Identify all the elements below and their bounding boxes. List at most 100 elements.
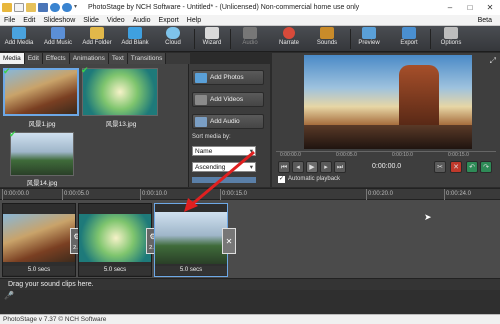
expand-icon[interactable]: ⤢ [490,56,496,66]
delete-icon[interactable]: ✕ [450,161,462,173]
rotate-right-icon[interactable]: ↷ [480,161,492,173]
microphone-icon[interactable]: 🎤 [4,291,14,300]
sounds-label: Sounds [316,40,338,46]
menu-edit[interactable]: Edit [19,17,39,24]
add-blank-icon [128,27,142,39]
add-folder-button[interactable]: Add Folder [80,27,114,51]
redo-icon[interactable] [62,3,72,12]
status-text: PhotoStage v 7.37 © NCH Software [3,316,107,323]
add-media-button[interactable]: Add Media [2,27,36,51]
wizard-button[interactable]: Wizard [198,27,226,51]
video-icon [195,94,207,105]
mouse-cursor-icon: ➤ [424,212,432,222]
clip-duration: 5.0 secs [79,266,151,275]
speaker-icon [195,116,207,127]
tab-animations[interactable]: Animations [69,53,109,64]
add-media-icon [12,27,26,39]
menu-file[interactable]: File [0,17,19,24]
add-music-icon [51,27,65,39]
play-button[interactable]: ▶ [306,161,318,173]
tab-text[interactable]: Text [108,53,128,64]
audio-button[interactable]: Audio [236,27,264,51]
narrate-button[interactable]: Narrate [274,27,304,51]
window-title: PhotoStage by NCH Software - Untitled* -… [88,4,360,11]
tab-media[interactable]: Media [0,53,25,64]
menu-slideshow[interactable]: Slideshow [39,17,79,24]
auto-playback-checkbox[interactable]: ✓ [278,176,285,183]
transition-icon[interactable]: ✕ [222,228,236,254]
sounds-icon [320,27,334,39]
save-icon[interactable] [38,3,48,12]
timeline-clip-1[interactable]: 5.0 secs [2,203,76,277]
sound-track-hint: Drag your sound clips here. [8,281,94,288]
menu-bar: File Edit Slideshow Slide Video Audio Ex… [0,15,500,26]
export-label: Export [400,40,418,46]
toolbar-separator [350,29,351,49]
menu-help[interactable]: Help [183,17,205,24]
export-button[interactable]: Export [394,27,424,51]
add-photos-label: Add Photos [210,74,244,81]
time-display: 0:00:00.0 [372,163,402,170]
undo-icon[interactable] [50,3,60,12]
wizard-label: Wizard [202,40,222,46]
preview-icon [362,27,376,39]
open-icon[interactable] [26,3,36,12]
minimize-button[interactable]: – [440,3,460,12]
photo-icon [195,72,207,83]
menu-audio[interactable]: Audio [129,17,155,24]
preview-ruler-tick: 0:00:00.0 [280,152,301,158]
add-photos-button[interactable]: Add Photos [192,70,264,85]
dropdown-icon[interactable]: ▾ [74,3,84,12]
menu-video[interactable]: Video [103,17,129,24]
panel-tabs: Media Edit Effects Animations Text Trans… [0,53,190,64]
maximize-button[interactable]: □ [460,3,480,12]
preview-ruler-tick: 0:00:15.0 [448,152,469,158]
tab-edit[interactable]: Edit [24,53,43,64]
status-bar: PhotoStage v 7.37 © NCH Software [0,314,500,324]
step-forward-button[interactable]: ▸ [320,161,332,173]
sound-drop-area[interactable]: 🎤 [0,290,500,314]
drag-arrow [184,150,255,212]
preview-label: Preview [358,40,380,46]
add-videos-button[interactable]: Add Videos [192,92,264,107]
preview-image [304,55,472,149]
toolbar: Add Media Add Music Add Folder Add Blank… [0,26,500,52]
go-start-button[interactable]: ⏮ [278,161,290,173]
audio-label: Audio [242,40,258,46]
tab-transitions[interactable]: Transitions [127,53,167,64]
split-icon[interactable]: ✂ [434,161,446,173]
media-thumb-2[interactable]: ✔ [81,66,158,116]
sounds-button[interactable]: Sounds [312,27,342,51]
add-audio-button[interactable]: Add Audio [192,114,264,129]
toolbar-separator [430,29,431,49]
media-thumb-1[interactable]: ✔ [3,67,79,116]
add-audio-label: Add Audio [210,118,240,125]
add-blank-button[interactable]: Add Blank [118,27,152,51]
step-back-button[interactable]: ◂ [292,161,304,173]
go-end-button[interactable]: ⏭ [334,161,346,173]
beta-label[interactable]: Beta [474,17,496,24]
preview-button[interactable]: Preview [354,27,384,51]
media-label-1: 风景1.jpg [28,121,56,128]
cloud-label: Cloud [165,40,181,46]
clip-image [155,212,227,264]
preview-ruler-tick: 0:00:10.0 [392,152,413,158]
cloud-button[interactable]: Cloud [158,27,188,51]
preview-ruler[interactable]: 0:00:00.0 0:00:05.0 0:00:10.0 0:00:15.0 [276,151,496,159]
cloud-icon [166,27,180,39]
clip-image [3,214,75,262]
tab-effects[interactable]: Effects [42,53,70,64]
rotate-left-icon[interactable]: ↶ [466,161,478,173]
title-bar: ▾ PhotoStage by NCH Software - Untitled*… [0,0,500,15]
media-thumb-3[interactable]: ✔ [9,130,74,176]
new-icon[interactable] [14,3,24,12]
add-music-button[interactable]: Add Music [40,27,76,51]
menu-export[interactable]: Export [155,17,183,24]
menu-slide[interactable]: Slide [79,17,103,24]
sound-track[interactable]: Drag your sound clips here. [0,278,500,290]
options-button[interactable]: Options [436,27,466,51]
clip-duration: 5.0 secs [155,266,227,275]
close-button[interactable]: ✕ [480,3,500,12]
timeline-clip-2[interactable]: 5.0 secs [78,203,152,277]
add-videos-label: Add Videos [210,96,244,103]
